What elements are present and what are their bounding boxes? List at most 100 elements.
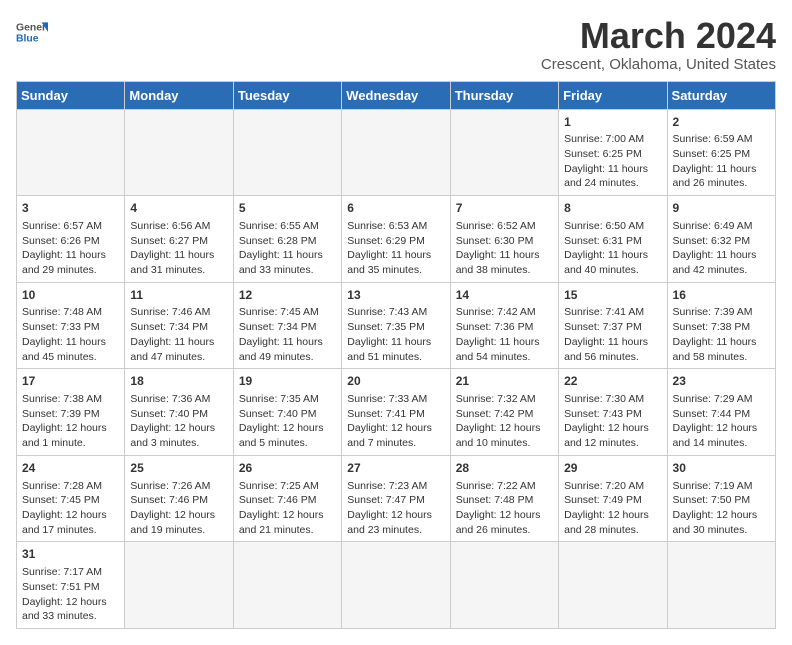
day-number: 19 xyxy=(239,373,336,390)
day-number: 25 xyxy=(130,460,227,477)
day-number: 22 xyxy=(564,373,661,390)
logo: General Blue xyxy=(16,16,48,48)
col-header-wednesday: Wednesday xyxy=(342,81,450,109)
day-info: Sunrise: 7:46 AM Sunset: 7:34 PM Dayligh… xyxy=(130,306,214,362)
day-info: Sunrise: 7:26 AM Sunset: 7:46 PM Dayligh… xyxy=(130,480,215,536)
day-number: 17 xyxy=(22,373,119,390)
day-info: Sunrise: 7:28 AM Sunset: 7:45 PM Dayligh… xyxy=(22,480,107,536)
day-number: 6 xyxy=(347,200,444,217)
calendar-cell: 27 Sunrise: 7:23 AM Sunset: 7:47 PM Dayli… xyxy=(342,455,450,542)
calendar-cell: 10 Sunrise: 7:48 AM Sunset: 7:33 PM Dayli… xyxy=(17,282,125,369)
calendar-cell xyxy=(17,109,125,196)
calendar-cell xyxy=(233,542,341,629)
calendar-cell: 5 Sunrise: 6:55 AM Sunset: 6:28 PM Daylig… xyxy=(233,196,341,283)
day-info: Sunrise: 7:36 AM Sunset: 7:40 PM Dayligh… xyxy=(130,393,215,449)
calendar-cell: 19Sunrise: 7:35 AM Sunset: 7:40 PM Dayli… xyxy=(233,369,341,456)
title-area: March 2024 Crescent, Oklahoma, United St… xyxy=(541,16,776,73)
calendar-title: March 2024 xyxy=(541,16,776,56)
day-number: 13 xyxy=(347,287,444,304)
svg-text:Blue: Blue xyxy=(16,34,39,45)
day-number: 1 xyxy=(564,114,661,131)
header: General Blue March 2024 Crescent, Oklaho… xyxy=(16,16,776,73)
day-number: 16 xyxy=(673,287,770,304)
calendar-cell xyxy=(667,542,775,629)
day-number: 28 xyxy=(456,460,553,477)
day-info: Sunrise: 7:48 AM Sunset: 7:33 PM Dayligh… xyxy=(22,306,106,362)
col-header-friday: Friday xyxy=(559,81,667,109)
calendar-cell xyxy=(125,109,233,196)
day-number: 14 xyxy=(456,287,553,304)
calendar-cell: 23 Sunrise: 7:29 AM Sunset: 7:44 PM Dayli… xyxy=(667,369,775,456)
calendar-cell xyxy=(233,109,341,196)
calendar-cell: 26Sunrise: 7:25 AM Sunset: 7:46 PM Dayli… xyxy=(233,455,341,542)
day-number: 24 xyxy=(22,460,119,477)
day-number: 29 xyxy=(564,460,661,477)
day-info: Sunrise: 6:59 AM Sunset: 6:25 PM Dayligh… xyxy=(673,133,757,189)
day-number: 3 xyxy=(22,200,119,217)
day-number: 20 xyxy=(347,373,444,390)
calendar-cell: 17Sunrise: 7:38 AM Sunset: 7:39 PM Dayli… xyxy=(17,369,125,456)
day-info: Sunrise: 7:39 AM Sunset: 7:38 PM Dayligh… xyxy=(673,306,757,362)
day-number: 31 xyxy=(22,546,119,563)
col-header-saturday: Saturday xyxy=(667,81,775,109)
calendar-cell: 14 Sunrise: 7:42 AM Sunset: 7:36 PM Dayli… xyxy=(450,282,558,369)
calendar-cell: 30Sunrise: 7:19 AM Sunset: 7:50 PM Dayli… xyxy=(667,455,775,542)
day-info: Sunrise: 7:25 AM Sunset: 7:46 PM Dayligh… xyxy=(239,480,324,536)
day-number: 9 xyxy=(673,200,770,217)
day-info: Sunrise: 7:29 AM Sunset: 7:44 PM Dayligh… xyxy=(673,393,758,449)
calendar-cell: 2Sunrise: 6:59 AM Sunset: 6:25 PM Daylig… xyxy=(667,109,775,196)
day-number: 23 xyxy=(673,373,770,390)
calendar-cell: 25 Sunrise: 7:26 AM Sunset: 7:46 PM Dayli… xyxy=(125,455,233,542)
day-info: Sunrise: 7:45 AM Sunset: 7:34 PM Dayligh… xyxy=(239,306,323,362)
calendar-cell xyxy=(342,109,450,196)
col-header-monday: Monday xyxy=(125,81,233,109)
day-info: Sunrise: 6:52 AM Sunset: 6:30 PM Dayligh… xyxy=(456,220,540,276)
day-info: Sunrise: 6:57 AM Sunset: 6:26 PM Dayligh… xyxy=(22,220,106,276)
day-info: Sunrise: 6:53 AM Sunset: 6:29 PM Dayligh… xyxy=(347,220,431,276)
day-number: 10 xyxy=(22,287,119,304)
day-info: Sunrise: 6:55 AM Sunset: 6:28 PM Dayligh… xyxy=(239,220,323,276)
calendar-cell: 18Sunrise: 7:36 AM Sunset: 7:40 PM Dayli… xyxy=(125,369,233,456)
day-info: Sunrise: 7:43 AM Sunset: 7:35 PM Dayligh… xyxy=(347,306,431,362)
day-info: Sunrise: 7:30 AM Sunset: 7:43 PM Dayligh… xyxy=(564,393,649,449)
day-info: Sunrise: 6:50 AM Sunset: 6:31 PM Dayligh… xyxy=(564,220,648,276)
day-info: Sunrise: 7:23 AM Sunset: 7:47 PM Dayligh… xyxy=(347,480,432,536)
calendar-cell xyxy=(125,542,233,629)
calendar-cell: 11 Sunrise: 7:46 AM Sunset: 7:34 PM Dayli… xyxy=(125,282,233,369)
day-info: Sunrise: 7:22 AM Sunset: 7:48 PM Dayligh… xyxy=(456,480,541,536)
calendar-cell: 28 Sunrise: 7:22 AM Sunset: 7:48 PM Dayli… xyxy=(450,455,558,542)
calendar-cell: 13 Sunrise: 7:43 AM Sunset: 7:35 PM Dayli… xyxy=(342,282,450,369)
day-info: Sunrise: 7:17 AM Sunset: 7:51 PM Dayligh… xyxy=(22,566,107,622)
day-number: 5 xyxy=(239,200,336,217)
calendar-cell: 12 Sunrise: 7:45 AM Sunset: 7:34 PM Dayli… xyxy=(233,282,341,369)
calendar-cell: 6 Sunrise: 6:53 AM Sunset: 6:29 PM Daylig… xyxy=(342,196,450,283)
day-info: Sunrise: 7:00 AM Sunset: 6:25 PM Dayligh… xyxy=(564,133,648,189)
day-info: Sunrise: 7:33 AM Sunset: 7:41 PM Dayligh… xyxy=(347,393,432,449)
calendar-cell: 21 Sunrise: 7:32 AM Sunset: 7:42 PM Dayli… xyxy=(450,369,558,456)
calendar-cell: 20 Sunrise: 7:33 AM Sunset: 7:41 PM Dayli… xyxy=(342,369,450,456)
day-number: 11 xyxy=(130,287,227,304)
day-info: Sunrise: 6:49 AM Sunset: 6:32 PM Dayligh… xyxy=(673,220,757,276)
calendar-cell xyxy=(559,542,667,629)
day-number: 21 xyxy=(456,373,553,390)
calendar-cell: 29 Sunrise: 7:20 AM Sunset: 7:49 PM Dayli… xyxy=(559,455,667,542)
calendar-cell: 15 Sunrise: 7:41 AM Sunset: 7:37 PM Dayli… xyxy=(559,282,667,369)
day-number: 27 xyxy=(347,460,444,477)
calendar-cell: 3 Sunrise: 6:57 AM Sunset: 6:26 PM Daylig… xyxy=(17,196,125,283)
day-number: 12 xyxy=(239,287,336,304)
logo-icon: General Blue xyxy=(16,16,48,48)
day-number: 15 xyxy=(564,287,661,304)
day-number: 8 xyxy=(564,200,661,217)
calendar-cell: 24 Sunrise: 7:28 AM Sunset: 7:45 PM Dayli… xyxy=(17,455,125,542)
calendar-cell xyxy=(450,109,558,196)
day-info: Sunrise: 7:32 AM Sunset: 7:42 PM Dayligh… xyxy=(456,393,541,449)
day-info: Sunrise: 7:42 AM Sunset: 7:36 PM Dayligh… xyxy=(456,306,540,362)
day-number: 4 xyxy=(130,200,227,217)
day-number: 30 xyxy=(673,460,770,477)
calendar-cell xyxy=(342,542,450,629)
day-info: Sunrise: 7:41 AM Sunset: 7:37 PM Dayligh… xyxy=(564,306,648,362)
day-info: Sunrise: 7:20 AM Sunset: 7:49 PM Dayligh… xyxy=(564,480,649,536)
calendar-cell: 7Sunrise: 6:52 AM Sunset: 6:30 PM Daylig… xyxy=(450,196,558,283)
calendar-cell: 1 Sunrise: 7:00 AM Sunset: 6:25 PM Daylig… xyxy=(559,109,667,196)
calendar-cell: 31 Sunrise: 7:17 AM Sunset: 7:51 PM Dayli… xyxy=(17,542,125,629)
